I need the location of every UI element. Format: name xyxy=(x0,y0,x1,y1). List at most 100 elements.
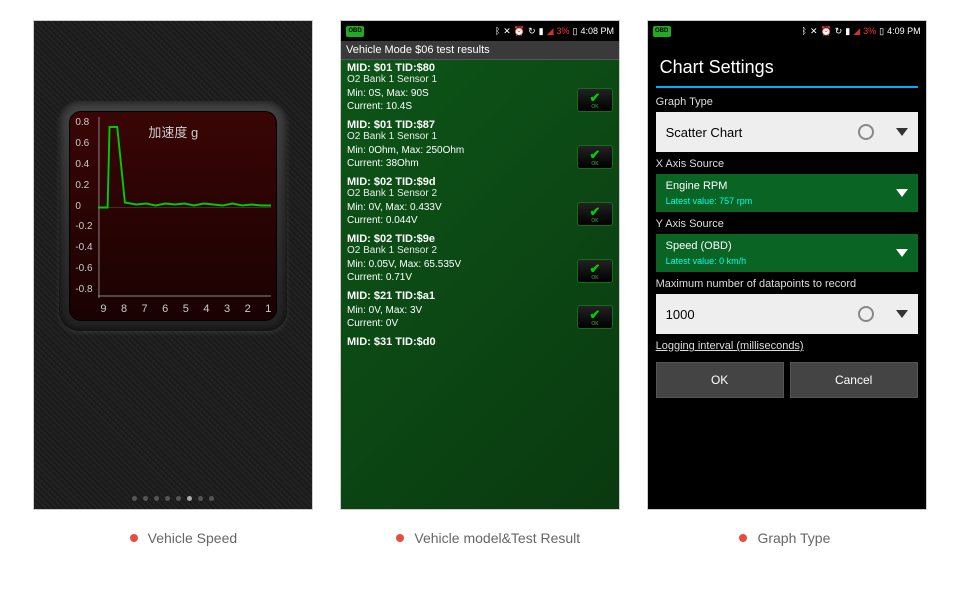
status-bar: OBD ᛒ ✕ ⏰ ↻ ▮ ◢ 3% ▯ 4:08 PM xyxy=(341,21,619,41)
dot-icon[interactable] xyxy=(132,496,137,501)
test-mid-label: MID: $02 TID:$9d xyxy=(347,176,613,188)
radio-icon xyxy=(858,124,874,140)
chevron-down-icon xyxy=(896,249,908,257)
test-row[interactable]: MID: $01 TID:$80 O2 Bank 1 Sensor 1 Min:… xyxy=(347,62,613,113)
caption-item: Vehicle model&Test Result xyxy=(396,530,580,546)
sync-icon: ↻ xyxy=(528,26,536,37)
y-tick: -0.4 xyxy=(75,242,92,253)
test-row[interactable]: MID: $31 TID:$d0 xyxy=(347,336,613,348)
ok-check-button[interactable]: OK xyxy=(577,202,613,226)
dialog-button-row: OK Cancel xyxy=(656,362,918,398)
test-current: Current: 0.044V xyxy=(347,214,442,227)
bluetooth-icon: ᛒ xyxy=(495,26,500,36)
phone-vehicle-speed: 加速度 g 0.8 0.6 0.4 0.2 0 -0.2 -0.4 -0.6 -… xyxy=(33,20,313,510)
phone-test-results: OBD ᛒ ✕ ⏰ ↻ ▮ ◢ 3% ▯ 4:08 PM Vehicle Mod… xyxy=(340,20,620,510)
x-axis-latest: Latest value: 757 rpm xyxy=(666,196,753,206)
dot-icon[interactable] xyxy=(198,496,203,501)
x-tick: 3 xyxy=(224,303,230,315)
radio-icon xyxy=(858,306,874,322)
caption-text: Graph Type xyxy=(757,530,830,546)
chart-plot-area xyxy=(98,117,271,298)
max-datapoints-label: Maximum number of datapoints to record xyxy=(656,278,918,290)
pagination-dots[interactable] xyxy=(132,496,214,501)
y-tick: -0.6 xyxy=(75,263,92,274)
graph-type-value: Scatter Chart xyxy=(666,125,743,140)
mute-icon: ✕ xyxy=(810,26,818,37)
x-tick: 4 xyxy=(203,303,209,315)
gauge-frame: 加速度 g 0.8 0.6 0.4 0.2 0 -0.2 -0.4 -0.6 -… xyxy=(59,101,287,331)
status-right: ᛒ ✕ ⏰ ↻ ▮ ◢ 3% ▯ 4:08 PM xyxy=(495,26,614,37)
x-axis-selector[interactable]: Engine RPM Latest value: 757 rpm xyxy=(656,174,918,212)
obd-icon: OBD xyxy=(653,26,671,37)
dialog-title: Chart Settings xyxy=(656,49,918,88)
bluetooth-icon: ᛒ xyxy=(802,26,807,36)
battery-text: 3% xyxy=(863,26,876,36)
x-tick: 1 xyxy=(265,303,271,315)
max-datapoints-value: 1000 xyxy=(666,307,695,322)
graph-type-selector[interactable]: Scatter Chart xyxy=(656,112,918,152)
x-tick: 7 xyxy=(142,303,148,315)
cancel-button[interactable]: Cancel xyxy=(790,362,918,398)
x-tick: 6 xyxy=(162,303,168,315)
caption-text: Vehicle model&Test Result xyxy=(414,530,580,546)
status-right: ᛒ ✕ ⏰ ↻ ▮ ◢ 3% ▯ 4:09 PM xyxy=(802,26,921,37)
max-datapoints-selector[interactable]: 1000 xyxy=(656,294,918,334)
sync-icon: ↻ xyxy=(835,26,843,37)
data-icon: ▮ xyxy=(845,26,850,37)
test-row[interactable]: MID: $01 TID:$87 O2 Bank 1 Sensor 1 Min:… xyxy=(347,119,613,170)
clock-text: 4:08 PM xyxy=(580,26,614,36)
chevron-down-icon xyxy=(896,128,908,136)
ok-check-button[interactable]: OK xyxy=(577,259,613,283)
test-mid-label: MID: $02 TID:$9e xyxy=(347,233,613,245)
test-sensor-name: O2 Bank 1 Sensor 1 xyxy=(347,74,613,85)
caption-item: Vehicle Speed xyxy=(130,530,238,546)
bullet-icon xyxy=(396,534,404,542)
ok-check-button[interactable]: OK xyxy=(577,88,613,112)
ok-check-button[interactable]: OK xyxy=(577,305,613,329)
test-mid-label: MID: $21 TID:$a1 xyxy=(347,290,613,302)
interval-label: Logging interval (milliseconds) xyxy=(656,340,918,352)
test-minmax: Min: 0Ohm, Max: 250Ohm xyxy=(347,144,464,157)
y-axis-selector[interactable]: Speed (OBD) Latest value: 0 km/h xyxy=(656,234,918,272)
alarm-icon: ⏰ xyxy=(514,26,525,37)
battery-icon: ▯ xyxy=(573,26,578,37)
status-bar: OBD ᛒ ✕ ⏰ ↻ ▮ ◢ 3% ▯ 4:09 PM xyxy=(648,21,926,41)
test-row[interactable]: MID: $02 TID:$9e O2 Bank 1 Sensor 2 Min:… xyxy=(347,233,613,284)
dot-icon[interactable] xyxy=(154,496,159,501)
y-tick: -0.2 xyxy=(75,221,92,232)
dot-icon[interactable] xyxy=(187,496,192,501)
y-tick: 0.8 xyxy=(75,117,92,128)
ok-button[interactable]: OK xyxy=(656,362,784,398)
dot-icon[interactable] xyxy=(143,496,148,501)
test-row[interactable]: MID: $21 TID:$a1 Min: 0V, Max: 3V Curren… xyxy=(347,290,613,330)
y-tick: 0.6 xyxy=(75,138,92,149)
graph-type-label: Graph Type xyxy=(656,96,918,108)
y-tick: 0 xyxy=(75,201,92,212)
settings-dialog: Chart Settings Graph Type Scatter Chart … xyxy=(648,41,926,406)
chart-title: 加速度 g xyxy=(148,122,198,141)
dot-icon[interactable] xyxy=(165,496,170,501)
screen-header: Vehicle Mode $06 test results xyxy=(341,41,619,60)
x-axis-value: Engine RPM xyxy=(666,180,753,192)
test-mid-label: MID: $01 TID:$87 xyxy=(347,119,613,131)
dot-icon[interactable] xyxy=(176,496,181,501)
y-axis-label: Y Axis Source xyxy=(656,218,918,230)
test-minmax: Min: 0V, Max: 0.433V xyxy=(347,201,442,214)
signal-icon: ◢ xyxy=(547,26,554,37)
y-tick: -0.8 xyxy=(75,284,92,295)
status-left: OBD xyxy=(346,26,364,37)
y-axis-latest: Latest value: 0 km/h xyxy=(666,256,747,266)
dot-icon[interactable] xyxy=(209,496,214,501)
chevron-down-icon xyxy=(896,189,908,197)
test-current: Current: 0.71V xyxy=(347,271,461,284)
test-sensor-name: O2 Bank 1 Sensor 2 xyxy=(347,245,613,256)
ok-check-button[interactable]: OK xyxy=(577,145,613,169)
test-row[interactable]: MID: $02 TID:$9d O2 Bank 1 Sensor 2 Min:… xyxy=(347,176,613,227)
x-tick: 2 xyxy=(245,303,251,315)
chevron-down-icon xyxy=(896,310,908,318)
gauge-chart: 加速度 g 0.8 0.6 0.4 0.2 0 -0.2 -0.4 -0.6 -… xyxy=(69,111,277,321)
x-tick: 9 xyxy=(100,303,106,315)
test-sensor-name: O2 Bank 1 Sensor 2 xyxy=(347,188,613,199)
x-axis-labels: 9 8 7 6 5 4 3 2 1 xyxy=(100,303,271,315)
test-list[interactable]: MID: $01 TID:$80 O2 Bank 1 Sensor 1 Min:… xyxy=(341,60,619,510)
